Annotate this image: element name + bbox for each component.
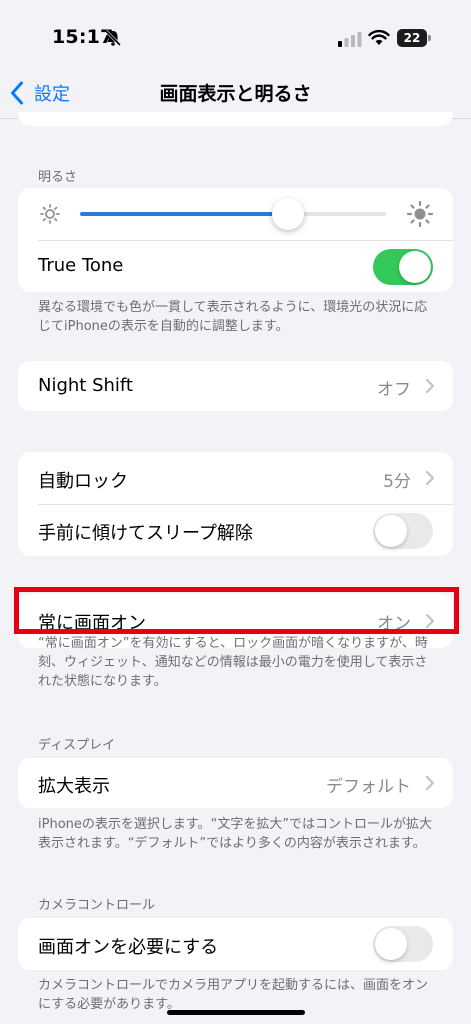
highlight-box — [14, 587, 459, 634]
night-shift-label: Night Shift — [38, 375, 133, 396]
require-screen-on-label: 画面オンを必要にする — [38, 937, 219, 958]
brightness-slider-thumb[interactable] — [272, 198, 305, 230]
brightness-slider-row — [18, 188, 453, 240]
auto-lock-row[interactable]: 自動ロック 5分 — [18, 452, 453, 504]
section-header-brightness: 明るさ — [38, 170, 78, 185]
night-shift-group: Night Shift オフ — [18, 361, 453, 411]
cellular-signal-icon — [338, 32, 362, 47]
sun-max-icon — [406, 200, 434, 228]
chevron-right-icon — [425, 775, 435, 791]
true-tone-label: True Tone — [38, 255, 124, 276]
raise-to-wake-label: 手前に傾けてスリープ解除 — [38, 523, 253, 544]
brightness-slider-fill — [80, 212, 289, 216]
auto-lock-value: 5分 — [383, 472, 411, 492]
camera-control-group: 画面オンを必要にする — [18, 918, 453, 970]
raise-to-wake-toggle[interactable] — [373, 513, 433, 549]
always-on-footer: “常に画面オン”を有効にすると、ロック画面が暗くなりますが、時刻、ウィジェット、… — [38, 636, 428, 689]
section-header-display: ディスプレイ — [38, 738, 116, 753]
auto-lock-label: 自動ロック — [38, 471, 128, 492]
silent-bell-icon — [104, 29, 122, 47]
night-shift-value: オフ — [377, 380, 411, 400]
true-tone-toggle[interactable] — [373, 249, 433, 285]
brightness-footer: 異なる環境でも色が一貫して表示されるように、環境光の状況に応じてiPhoneの表… — [38, 300, 428, 334]
require-screen-on-toggle[interactable] — [373, 926, 433, 962]
display-zoom-value: デフォルト — [326, 777, 411, 797]
night-shift-row[interactable]: Night Shift オフ — [18, 361, 453, 411]
brightness-slider[interactable] — [80, 198, 386, 230]
lock-group: 自動ロック 5分 手前に傾けてスリープ解除 — [18, 452, 453, 556]
previous-group-edge — [18, 112, 453, 126]
status-bar: 15:17 22 — [0, 0, 471, 70]
true-tone-row: True Tone — [18, 241, 453, 292]
display-zoom-row[interactable]: 拡大表示 デフォルト — [18, 758, 453, 808]
camera-control-footer: カメラコントロールでカメラ用アプリを起動するには、画面をオンにする必要があります… — [38, 978, 429, 1012]
display-zoom-label: 拡大表示 — [38, 776, 110, 797]
display-group: 拡大表示 デフォルト — [18, 758, 453, 808]
battery-icon: 22 — [397, 29, 431, 47]
section-header-camera-control: カメラコントロール — [38, 898, 156, 913]
home-indicator — [167, 1010, 305, 1015]
chevron-right-icon — [425, 470, 435, 486]
raise-to-wake-row: 手前に傾けてスリープ解除 — [18, 505, 453, 556]
display-footer: iPhoneの表示を選択します。“文字を拡大”ではコントロールが拡大表示されます… — [38, 817, 433, 851]
require-screen-on-row: 画面オンを必要にする — [18, 918, 453, 970]
wifi-icon — [368, 29, 390, 45]
sun-min-icon — [40, 204, 60, 224]
chevron-right-icon — [425, 378, 435, 394]
page-title: 画面表示と明るさ — [159, 83, 312, 105]
battery-level: 22 — [397, 29, 427, 47]
brightness-group: True Tone — [18, 188, 453, 292]
